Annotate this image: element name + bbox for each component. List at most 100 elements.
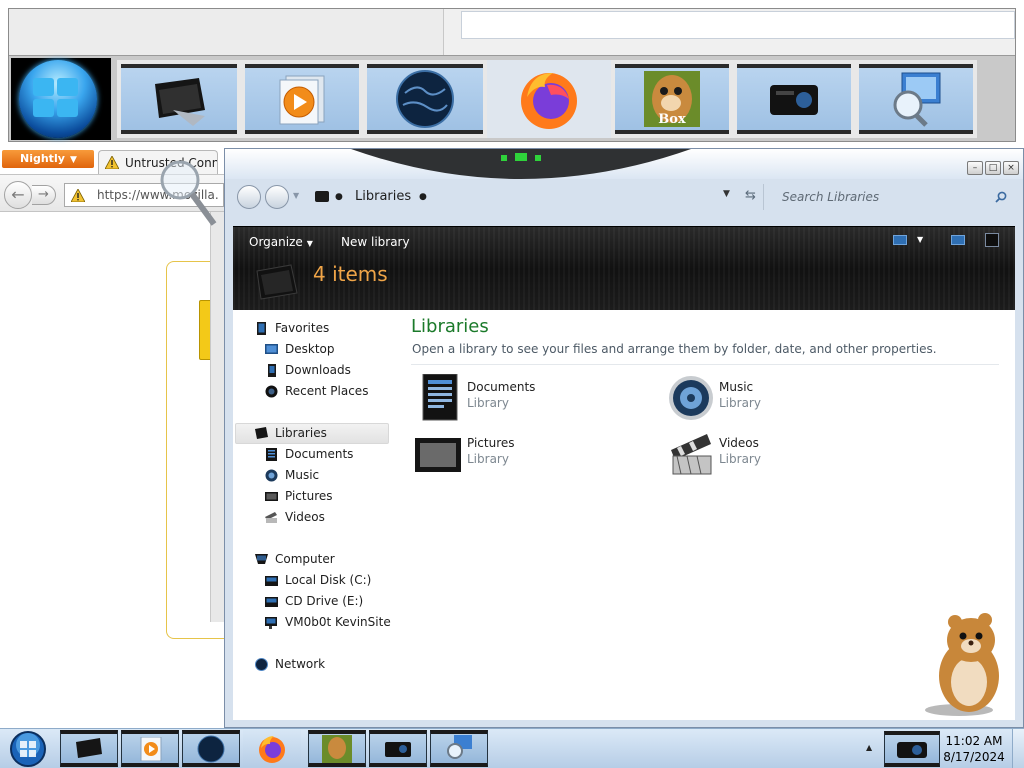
nav-label: VM0b0t KevinSite (285, 615, 391, 629)
music-library-icon (669, 376, 713, 420)
browser-back-button[interactable]: ← (4, 181, 32, 209)
nav-libraries[interactable]: Libraries (233, 423, 389, 444)
firefox-icon (259, 735, 285, 763)
system-clock[interactable]: 11:02 AM 8/17/2024 (942, 733, 1006, 765)
nav-network-drive[interactable]: VM0b0t KevinSite (233, 612, 391, 633)
recent-pages-dropdown-icon[interactable]: ▼ (293, 191, 299, 200)
taskbar-firefox-button[interactable] (243, 730, 301, 767)
taskbar-libraries-button[interactable] (60, 730, 118, 767)
dock-network-globe-tile[interactable] (363, 60, 487, 138)
hamster-box-icon: Box (644, 71, 700, 127)
start-button[interactable] (4, 730, 48, 768)
minimize-button[interactable]: – (967, 161, 983, 175)
nightly-label: Nightly (20, 152, 65, 165)
dock-firefox-tile[interactable] (487, 60, 611, 138)
breadcrumb-separator-icon[interactable]: ● (335, 187, 343, 207)
breadcrumb-libraries[interactable]: Libraries (355, 187, 411, 207)
library-type: Library (719, 452, 761, 466)
nav-label: Favorites (275, 321, 330, 335)
breadcrumb[interactable]: ● Libraries ● (313, 187, 713, 207)
nav-favorites[interactable]: Favorites (233, 318, 389, 339)
taskbar-box-button[interactable] (308, 730, 366, 767)
library-music[interactable]: Music Library (667, 374, 907, 426)
refresh-icon[interactable]: ⇆ (745, 188, 756, 203)
explorer-back-button[interactable] (237, 185, 261, 209)
downloads-icon (268, 364, 276, 377)
nav-label: Local Disk (C:) (285, 573, 372, 587)
videos-icon (265, 512, 277, 523)
nav-computer[interactable]: Computer (233, 549, 389, 570)
taskbar-projector-button[interactable] (369, 730, 427, 767)
dock-search-computer-tile[interactable] (855, 60, 977, 138)
nightly-menu-button[interactable]: Nightly ▼ (2, 150, 94, 168)
address-history-dropdown-icon[interactable]: ▼ (723, 189, 730, 199)
dock-libraries-tile[interactable] (117, 60, 241, 138)
launcher-text-box[interactable] (461, 11, 1015, 39)
library-type: Library (467, 452, 509, 466)
search-input[interactable]: Search Libraries (763, 184, 1013, 210)
pictures-icon (265, 492, 278, 501)
maximize-button[interactable]: □ (985, 161, 1001, 175)
library-documents[interactable]: Documents Library (415, 374, 655, 426)
explorer-forward-button[interactable] (265, 185, 289, 209)
taskbar-search-computer-button[interactable] (430, 730, 488, 767)
nav-label: Recent Places (285, 384, 369, 398)
organize-button[interactable]: Organize ▼ (249, 235, 313, 249)
search-icon[interactable] (995, 191, 1007, 203)
dock-start-orb[interactable] (11, 58, 111, 140)
title-bar[interactable]: – □ × (225, 149, 1023, 179)
show-desktop-button[interactable] (1012, 729, 1024, 768)
pictures-library-icon (415, 438, 461, 472)
library-pictures[interactable]: Pictures Library (415, 430, 655, 482)
help-icon[interactable] (985, 233, 999, 247)
dock-projector-tile[interactable] (733, 60, 855, 138)
nav-cd-drive[interactable]: CD Drive (E:) (233, 591, 389, 612)
breadcrumb-separator-icon[interactable]: ● (419, 187, 427, 207)
change-view-icon[interactable] (893, 235, 907, 245)
hamster-mascot-icon (925, 613, 999, 716)
window-controls: – □ × (967, 161, 1019, 177)
nav-desktop[interactable]: Desktop (233, 339, 389, 360)
explorer-content: Favorites Desktop Downloads Recent Place… (233, 310, 1015, 720)
documents-library-icon (422, 374, 458, 421)
dock-box-tile[interactable]: Box (611, 60, 733, 138)
nav-label: Libraries (275, 426, 327, 440)
dock-media-player-tile[interactable] (241, 60, 363, 138)
launcher-frame: Box (8, 8, 1016, 142)
search-computer-icon (447, 734, 472, 759)
projector-icon (897, 742, 927, 758)
nav-label: Computer (275, 552, 335, 566)
new-library-button[interactable]: New library (341, 235, 410, 249)
browser-forward-button[interactable]: → (32, 185, 56, 205)
taskbar-media-player-button[interactable] (121, 730, 179, 767)
documents-icon (266, 448, 277, 461)
taskbar-globe-button[interactable] (182, 730, 240, 767)
show-hidden-icons-icon[interactable]: ▲ (866, 743, 872, 752)
nav-network[interactable]: Network (233, 654, 389, 675)
nav-music[interactable]: Music (233, 465, 389, 486)
nav-downloads[interactable]: Downloads (233, 360, 389, 381)
nav-local-disk[interactable]: Local Disk (C:) (233, 570, 389, 591)
preview-pane-icon[interactable] (951, 235, 965, 245)
nav-recent-places[interactable]: Recent Places (233, 381, 389, 402)
top-launcher-area: Box (0, 0, 1024, 150)
tray-projector-button[interactable] (884, 731, 940, 767)
browser-scrollbar[interactable] (210, 212, 224, 622)
view-options-dropdown-icon[interactable]: ▼ (917, 235, 923, 244)
videos-library-icon (671, 434, 712, 475)
media-player-icon (279, 75, 325, 125)
nav-videos[interactable]: Videos (233, 507, 389, 528)
libraries-crumb-icon (315, 191, 329, 202)
globe-icon (197, 735, 225, 762)
nav-pictures[interactable]: Pictures (233, 486, 389, 507)
nav-label: Downloads (285, 363, 351, 377)
close-button[interactable]: × (1003, 161, 1019, 175)
divider (411, 364, 999, 365)
desktop-icon (265, 344, 278, 354)
favorites-icon (257, 322, 266, 335)
library-videos[interactable]: Videos Library (667, 430, 907, 482)
search-placeholder: Search Libraries (782, 190, 880, 204)
windows-flag-icon (33, 78, 81, 120)
nav-documents[interactable]: Documents (233, 444, 389, 465)
libraries-icon (76, 737, 102, 758)
